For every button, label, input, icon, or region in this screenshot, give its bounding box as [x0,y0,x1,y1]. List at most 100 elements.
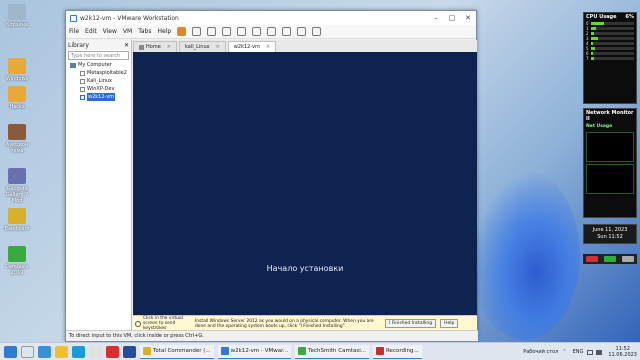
menu-view[interactable]: View [103,28,117,35]
file-explorer-icon[interactable] [55,345,68,358]
vmware-window: w2k12-vm - VMware Workstation – □ ✕ File… [65,10,478,342]
fullscreen-icon[interactable] [297,27,307,36]
app-icon [298,347,307,355]
window-title: w2k12-vm - VMware Workstation [80,14,179,22]
app-icon[interactable] [123,345,136,358]
menu-vm[interactable]: VM [123,28,132,35]
revert-snapshot-icon[interactable] [222,27,232,36]
library-close-icon[interactable]: ✕ [124,42,129,49]
home-icon [139,44,144,50]
wallpaper-bloom [470,170,580,340]
tab-close-icon[interactable]: × [216,42,220,52]
menu-tabs[interactable]: Tabs [138,28,151,35]
snapshot-manager-icon[interactable] [237,27,247,36]
desktop-icon[interactable]: Hacks [2,86,32,110]
search-icon[interactable] [21,345,34,358]
status-bar: To direct input to this VM, click inside… [66,330,478,341]
edge-icon[interactable] [72,345,85,358]
desktop-icon-label: Windows [5,76,29,82]
vmware-logo-icon [70,14,77,22]
vm-icon [80,86,85,92]
tab-home[interactable]: Home × [133,41,177,52]
desktop-app-icon [8,124,26,140]
tree-root-label: My Computer [78,62,112,68]
desktop-icon[interactable]: Аукцион тема [2,124,32,154]
net-graph [586,164,634,194]
unity-icon[interactable] [312,27,322,36]
cpu-gadget: CPU Usage 6% 0 1 2 3 4 5 6 7 [583,12,637,104]
tab-close-icon[interactable]: × [266,42,270,52]
power-controls-gadget [583,254,637,264]
tab-w2k12-vm[interactable]: w2k12-vm × [227,41,277,52]
desktop-icon[interactable]: Windows [2,58,32,82]
clock-day-time: Sun 11:52 [597,234,623,240]
send-ctrl-alt-del-icon[interactable] [192,27,202,36]
tab-label: kali_Linux [184,44,210,50]
app-icon [143,347,151,355]
vm-console-screen[interactable]: Начало установки [133,52,477,315]
pause-icon[interactable] [177,27,187,36]
hint-install-text: Install Windows Server 2012 as you would… [195,318,374,329]
net-graph [586,132,634,162]
tree-item-label: w2k12-vm [87,93,116,101]
desktop-icon-label: Аукцион тема [5,142,29,154]
tree-item-metasploitable2[interactable]: Metasploitable2 [66,69,131,77]
taskbar-camtasia[interactable]: TechSmith Camtasi... [295,344,369,359]
restart-icon[interactable] [604,256,616,262]
tray-clock[interactable]: 11:52 11.06.2023 [608,346,637,358]
app-icon [220,347,229,355]
tree-item-w2k12-vm[interactable]: w2k12-vm [66,93,131,101]
desktop-icon[interactable]: Gadgets Gallery 7 Mod [2,168,32,204]
library-search-input[interactable]: Type here to search [68,51,129,60]
menu-edit[interactable]: Edit [85,28,97,35]
network-monitor-gadget: Network Monitor II Net Usage [583,108,637,218]
finished-installing-button[interactable]: I Finished Installing [385,319,437,328]
tray-date: 11.06.2023 [608,352,637,358]
tree-root[interactable]: My Computer [66,61,131,69]
desktop-toolbar-label[interactable]: Рабочий стол [523,349,558,355]
menu-file[interactable]: File [69,28,79,35]
desktop-icon-label: Корзина [5,22,29,28]
tab-close-icon[interactable]: × [167,42,171,52]
help-button[interactable]: Help [440,319,459,328]
start-icon[interactable] [4,345,17,358]
desktop-icon-label: Bandicam [4,226,30,232]
taskbar-total-commander[interactable]: Total Commander (... [140,344,214,359]
shutdown-icon[interactable] [586,256,598,262]
console-view-icon[interactable] [282,27,292,36]
cpu-gadget-header: CPU Usage 6% [584,13,636,21]
desktop-icon[interactable]: Camtasia 2019 [2,246,32,276]
language-indicator[interactable]: ENG [573,349,584,355]
net-usage-label: Net Usage [586,124,613,129]
taskbar: Total Commander (... w2k12-vm - VMwar...… [0,342,640,360]
desktop-icon[interactable]: Bandicam [2,208,32,232]
logoff-icon[interactable] [622,256,634,262]
store-icon[interactable] [89,345,102,358]
taskbar-vmware[interactable]: w2k12-vm - VMwar... [217,344,292,359]
menu-help[interactable]: Help [158,28,172,35]
snapshot-icon[interactable] [207,27,217,36]
vm-icon [80,78,85,84]
taskbar-recording[interactable]: Recording... [372,344,422,359]
cpu-value: 6% [625,14,635,20]
maximize-button[interactable]: □ [444,14,460,22]
network-icon[interactable] [587,349,594,355]
task-view-icon[interactable] [38,345,51,358]
close-button[interactable]: ✕ [460,14,476,22]
volume-icon[interactable] [596,349,603,355]
tree-item-kali-linux[interactable]: Kali_Linux [66,77,131,85]
taskbar-app-label: w2k12-vm - VMwar... [230,348,289,354]
vm-running-icon [80,94,85,100]
minimize-button[interactable]: – [428,14,444,22]
library-view-icon[interactable] [252,27,262,36]
tray-chevron-icon[interactable]: ⌃ [562,349,566,355]
desktop-icon[interactable]: Корзина [2,4,32,28]
tab-bar: Home × kali_Linux × w2k12-vm × [133,40,477,52]
desktop-app-icon [8,208,26,224]
desktop-icon-label: Hacks [9,104,25,110]
tree-item-winxp-dev[interactable]: WinXP-Dev [66,85,131,93]
tree-item-label: Metasploitable2 [87,70,127,76]
thumbnail-view-icon[interactable] [267,27,277,36]
yandex-icon[interactable] [106,345,119,358]
tab-kali-linux[interactable]: kali_Linux × [178,41,226,52]
